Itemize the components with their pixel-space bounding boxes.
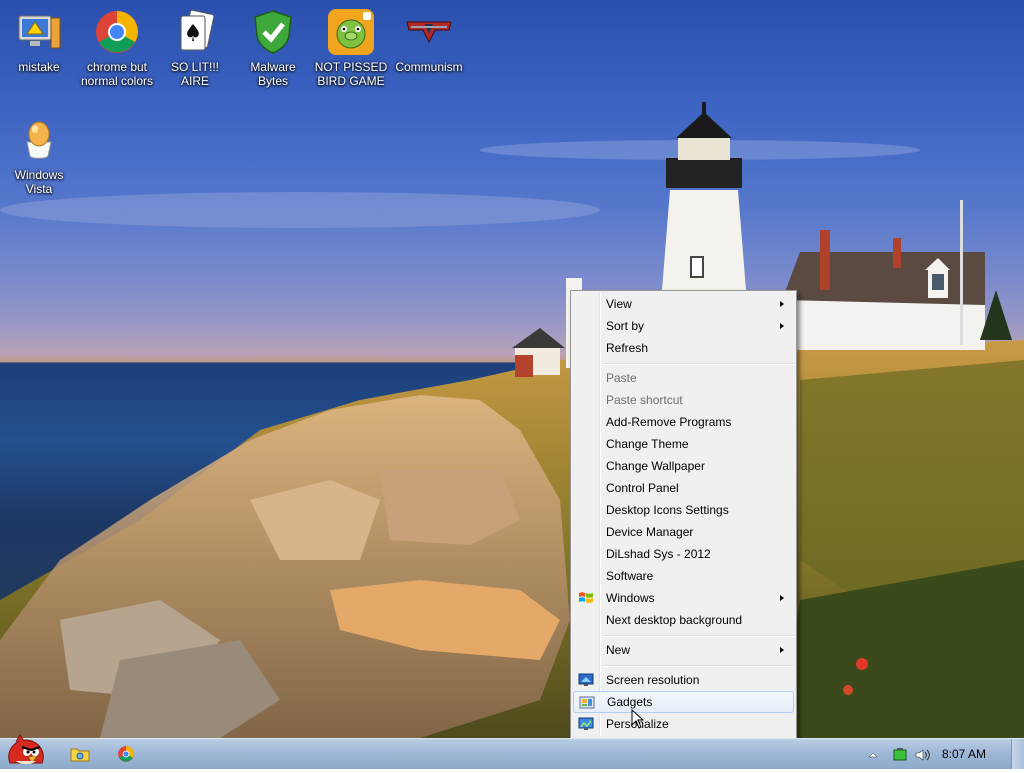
menu-item-view[interactable]: View [573, 293, 794, 315]
menu-item-dilshad-sys[interactable]: DiLshad Sys - 2012 [573, 543, 794, 565]
menu-item-change-wallpaper[interactable]: Change Wallpaper [573, 455, 794, 477]
show-hidden-icons-icon [868, 752, 878, 758]
mouse-pointer-icon [631, 709, 645, 729]
submenu-arrow-icon [780, 647, 784, 653]
submenu-arrow-icon [780, 323, 784, 329]
personalize-icon [578, 716, 594, 732]
start-button[interactable] [2, 733, 50, 769]
tray-battery[interactable] [892, 747, 908, 761]
chrome-icon [93, 8, 141, 56]
menu-item-label: Paste shortcut [606, 393, 683, 407]
battery-icon [893, 748, 907, 761]
angry-bird-icon [8, 734, 44, 764]
menu-item-label: Sort by [606, 319, 645, 333]
desktop-icon-label: Windows Vista [14, 168, 64, 196]
menu-item-label: Windows [606, 591, 655, 605]
menu-separator [603, 363, 794, 365]
menu-item-label: New [606, 643, 631, 657]
monitor-icon [578, 672, 594, 688]
desktop-icon-communism[interactable]: Communism [391, 8, 467, 74]
desktop-icon-label: Malware Bytes [250, 60, 296, 88]
taskbar: 8:07 AM [0, 734, 1024, 769]
menu-item-paste[interactable]: Paste [573, 367, 794, 389]
desktop-icon-label: mistake [18, 60, 60, 74]
submenu-arrow-icon [780, 301, 784, 307]
taskbar-explorer-button[interactable] [62, 742, 98, 766]
menu-item-windows[interactable]: Windows [573, 587, 794, 609]
tray-volume[interactable] [914, 747, 932, 761]
menu-item-label: Paste [606, 371, 637, 385]
desktop-icon-bird-game[interactable]: NOT PISSED BIRD GAME [313, 8, 389, 88]
egg-icon [15, 116, 63, 164]
menu-item-new[interactable]: New [573, 639, 794, 661]
windows-flag-icon [578, 590, 594, 606]
menu-separator [603, 635, 794, 637]
menu-item-label: Software [606, 569, 654, 583]
green-pig-icon [327, 8, 375, 56]
menu-item-label: Desktop Icons Settings [606, 503, 729, 517]
desktop-icon-chrome[interactable]: chrome but normal colors [79, 8, 155, 88]
menu-item-sort-by[interactable]: Sort by [573, 315, 794, 337]
menu-item-label: Next desktop background [606, 613, 743, 627]
menu-item-refresh[interactable]: Refresh [573, 337, 794, 359]
menu-item-add-remove-programs[interactable]: Add-Remove Programs [573, 411, 794, 433]
taskbar-chrome-button[interactable] [108, 742, 144, 766]
submenu-arrow-icon [780, 595, 784, 601]
menu-item-change-theme[interactable]: Change Theme [573, 433, 794, 455]
show-hidden-icons-button[interactable] [866, 747, 880, 761]
menu-item-label: Add-Remove Programs [606, 415, 732, 429]
volume-icon [915, 749, 930, 761]
gadgets-icon [579, 695, 595, 711]
menu-item-desktop-icons-settings[interactable]: Desktop Icons Settings [573, 499, 794, 521]
menu-separator [603, 665, 794, 667]
desktop-icon-label: SO LIT!!! AIRE [170, 60, 219, 88]
menu-item-label: View [606, 297, 632, 311]
monitor-warning-icon [15, 8, 63, 56]
menu-item-label: Refresh [606, 341, 649, 355]
desktop-icon-label: NOT PISSED BIRD GAME [314, 60, 388, 88]
menu-item-device-manager[interactable]: Device Manager [573, 521, 794, 543]
menu-item-personalize[interactable]: Personalize [573, 713, 794, 735]
show-desktop-button[interactable] [1011, 739, 1024, 769]
wallpaper-lighthouse [0, 102, 1024, 738]
desktop-icon-label: chrome but normal colors [80, 60, 154, 88]
menu-item-paste-shortcut[interactable]: Paste shortcut [573, 389, 794, 411]
desktop-icon-malwarebytes[interactable]: Malware Bytes [235, 8, 311, 88]
taskbar-clock[interactable]: 8:07 AM [942, 747, 986, 761]
menu-item-software[interactable]: Software [573, 565, 794, 587]
menu-item-label: Screen resolution [606, 673, 700, 687]
desktop-icon-mistake[interactable]: mistake [1, 8, 77, 74]
menu-item-label: Gadgets [607, 695, 653, 709]
menu-item-label: Change Wallpaper [606, 459, 705, 473]
menu-item-screen-resolution[interactable]: Screen resolution [573, 669, 794, 691]
desktop-icon-label: Communism [395, 60, 463, 74]
desktop-context-menu: View Sort by Refresh Paste Paste shortcu… [570, 290, 797, 739]
menu-item-gadgets[interactable]: Gadgets [573, 691, 794, 713]
solitaire-cards-icon [171, 8, 219, 56]
menu-item-next-desktop-background[interactable]: Next desktop background [573, 609, 794, 631]
desktop-icon-windows-vista[interactable]: Windows Vista [1, 116, 77, 196]
desktop[interactable]: mistake chrome but normal colors SO LIT!… [0, 0, 1024, 738]
desktop-icon-solitaire[interactable]: SO LIT!!! AIRE [157, 8, 233, 88]
menu-item-label: Control Panel [606, 481, 679, 495]
chrome-icon [118, 746, 134, 762]
menu-item-label: Change Theme [606, 437, 689, 451]
menu-item-control-panel[interactable]: Control Panel [573, 477, 794, 499]
red-emblem-icon [405, 8, 453, 56]
menu-item-label: Device Manager [606, 525, 694, 539]
shield-check-icon [249, 8, 297, 56]
explorer-folder-icon [70, 748, 90, 762]
menu-item-label: DiLshad Sys - 2012 [606, 547, 711, 561]
